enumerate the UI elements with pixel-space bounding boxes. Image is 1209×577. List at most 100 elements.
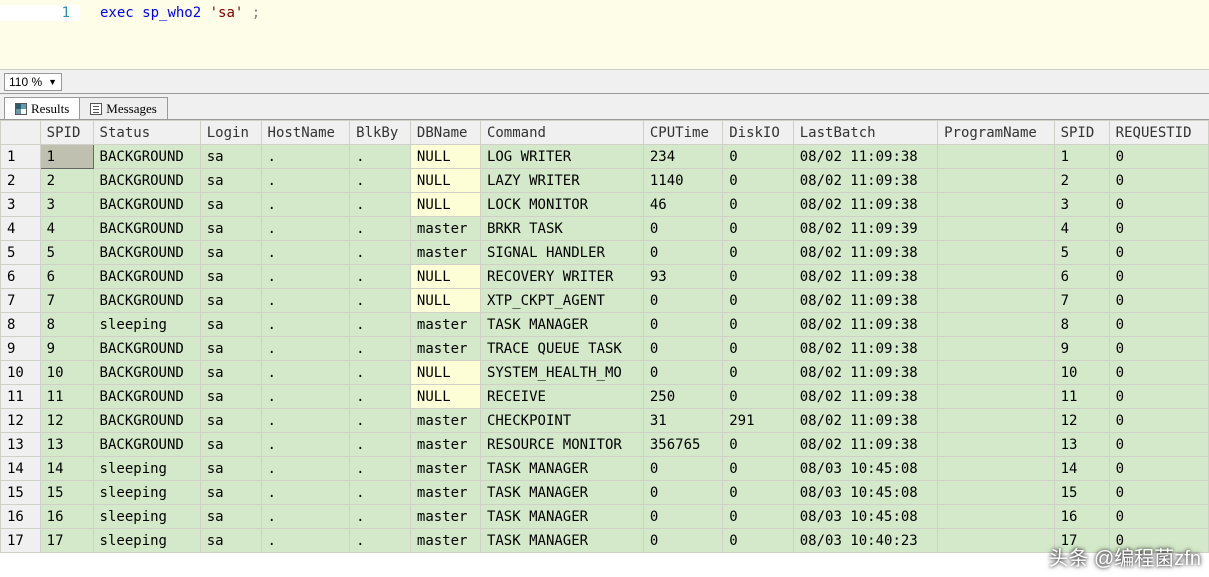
cell[interactable]: LOG WRITER (480, 145, 643, 169)
table-row[interactable]: 1111BACKGROUNDsa..NULLRECEIVE250008/02 1… (1, 385, 1209, 409)
cell[interactable]: 0 (723, 145, 794, 169)
cell[interactable]: 356765 (643, 433, 722, 457)
cell[interactable]: 7 (1, 289, 41, 313)
cell[interactable]: sa (200, 433, 261, 457)
cell[interactable] (938, 433, 1054, 457)
cell[interactable]: . (261, 193, 350, 217)
cell[interactable]: . (350, 145, 411, 169)
cell[interactable]: SIGNAL HANDLER (480, 241, 643, 265)
cell[interactable]: LAZY WRITER (480, 169, 643, 193)
column-header[interactable]: REQUESTID (1109, 121, 1208, 145)
cell[interactable]: 0 (723, 265, 794, 289)
column-header[interactable] (1, 121, 41, 145)
table-row[interactable]: 1313BACKGROUNDsa..masterRESOURCE MONITOR… (1, 433, 1209, 457)
cell-spid[interactable]: 3 (40, 193, 93, 217)
cell[interactable]: master (410, 337, 480, 361)
column-header[interactable]: Command (480, 121, 643, 145)
cell[interactable]: . (350, 265, 411, 289)
cell[interactable]: . (350, 505, 411, 529)
column-header[interactable]: Status (93, 121, 200, 145)
cell[interactable]: 3 (1054, 193, 1109, 217)
cell[interactable] (938, 505, 1054, 529)
cell[interactable]: TASK MANAGER (480, 481, 643, 505)
cell[interactable]: 08/02 11:09:38 (793, 193, 937, 217)
cell[interactable]: TASK MANAGER (480, 457, 643, 481)
cell[interactable]: 15 (1054, 481, 1109, 505)
cell[interactable]: 234 (643, 145, 722, 169)
table-row[interactable]: 99BACKGROUNDsa..masterTRACE QUEUE TASK00… (1, 337, 1209, 361)
cell[interactable]: 9 (1054, 337, 1109, 361)
cell[interactable]: . (350, 409, 411, 433)
column-header[interactable]: LastBatch (793, 121, 937, 145)
cell[interactable] (938, 265, 1054, 289)
cell[interactable]: NULL (410, 289, 480, 313)
cell[interactable]: sa (200, 217, 261, 241)
cell[interactable]: 0 (643, 457, 722, 481)
cell[interactable]: 0 (643, 241, 722, 265)
cell[interactable]: sa (200, 169, 261, 193)
cell[interactable]: 0 (723, 193, 794, 217)
cell[interactable]: 0 (1109, 241, 1208, 265)
cell[interactable]: RECOVERY WRITER (480, 265, 643, 289)
cell[interactable]: BACKGROUND (93, 169, 200, 193)
cell[interactable]: sleeping (93, 313, 200, 337)
cell[interactable]: 0 (1109, 289, 1208, 313)
cell[interactable]: . (350, 457, 411, 481)
cell[interactable] (938, 337, 1054, 361)
cell[interactable]: master (410, 481, 480, 505)
cell[interactable]: 0 (723, 433, 794, 457)
cell[interactable]: sleeping (93, 529, 200, 553)
cell[interactable]: master (410, 409, 480, 433)
cell[interactable]: sa (200, 505, 261, 529)
cell[interactable]: 0 (643, 289, 722, 313)
cell[interactable]: 0 (723, 313, 794, 337)
cell[interactable]: 16 (1, 505, 41, 529)
cell[interactable]: 12 (1, 409, 41, 433)
cell[interactable]: sa (200, 361, 261, 385)
cell[interactable]: sa (200, 289, 261, 313)
cell[interactable]: 08/02 11:09:38 (793, 289, 937, 313)
cell[interactable]: . (350, 289, 411, 313)
cell-spid[interactable]: 6 (40, 265, 93, 289)
cell[interactable]: 17 (1054, 529, 1109, 553)
table-row[interactable]: 1212BACKGROUNDsa..masterCHECKPOINT312910… (1, 409, 1209, 433)
cell[interactable]: master (410, 217, 480, 241)
cell[interactable]: . (350, 313, 411, 337)
cell-spid[interactable]: 2 (40, 169, 93, 193)
cell[interactable]: 0 (1109, 529, 1208, 553)
cell[interactable]: 0 (1109, 313, 1208, 337)
cell-spid[interactable]: 5 (40, 241, 93, 265)
cell[interactable]: 0 (643, 313, 722, 337)
cell[interactable]: TASK MANAGER (480, 529, 643, 553)
cell[interactable]: 5 (1054, 241, 1109, 265)
cell[interactable]: 0 (1109, 481, 1208, 505)
cell[interactable]: 08/02 11:09:38 (793, 337, 937, 361)
cell[interactable]: . (261, 217, 350, 241)
cell[interactable]: . (261, 241, 350, 265)
column-header[interactable]: BlkBy (350, 121, 411, 145)
cell[interactable]: . (350, 217, 411, 241)
table-row[interactable]: 1616sleepingsa..masterTASK MANAGER0008/0… (1, 505, 1209, 529)
cell-spid[interactable]: 11 (40, 385, 93, 409)
cell[interactable]: . (350, 361, 411, 385)
cell[interactable]: . (261, 289, 350, 313)
cell[interactable]: 17 (1, 529, 41, 553)
cell[interactable]: master (410, 505, 480, 529)
cell[interactable]: . (261, 169, 350, 193)
cell[interactable]: RECEIVE (480, 385, 643, 409)
cell-spid[interactable]: 4 (40, 217, 93, 241)
cell[interactable]: . (261, 313, 350, 337)
cell[interactable]: . (261, 337, 350, 361)
cell[interactable]: TASK MANAGER (480, 505, 643, 529)
cell[interactable]: 0 (643, 361, 722, 385)
cell[interactable]: 0 (1109, 193, 1208, 217)
cell[interactable]: 2 (1054, 169, 1109, 193)
cell[interactable]: BACKGROUND (93, 385, 200, 409)
cell[interactable]: . (350, 169, 411, 193)
cell-spid[interactable]: 16 (40, 505, 93, 529)
cell[interactable]: 0 (723, 385, 794, 409)
cell[interactable]: master (410, 313, 480, 337)
column-header[interactable]: SPID (40, 121, 93, 145)
cell-spid[interactable]: 1 (40, 145, 93, 169)
table-row[interactable]: 88sleepingsa..masterTASK MANAGER0008/02 … (1, 313, 1209, 337)
